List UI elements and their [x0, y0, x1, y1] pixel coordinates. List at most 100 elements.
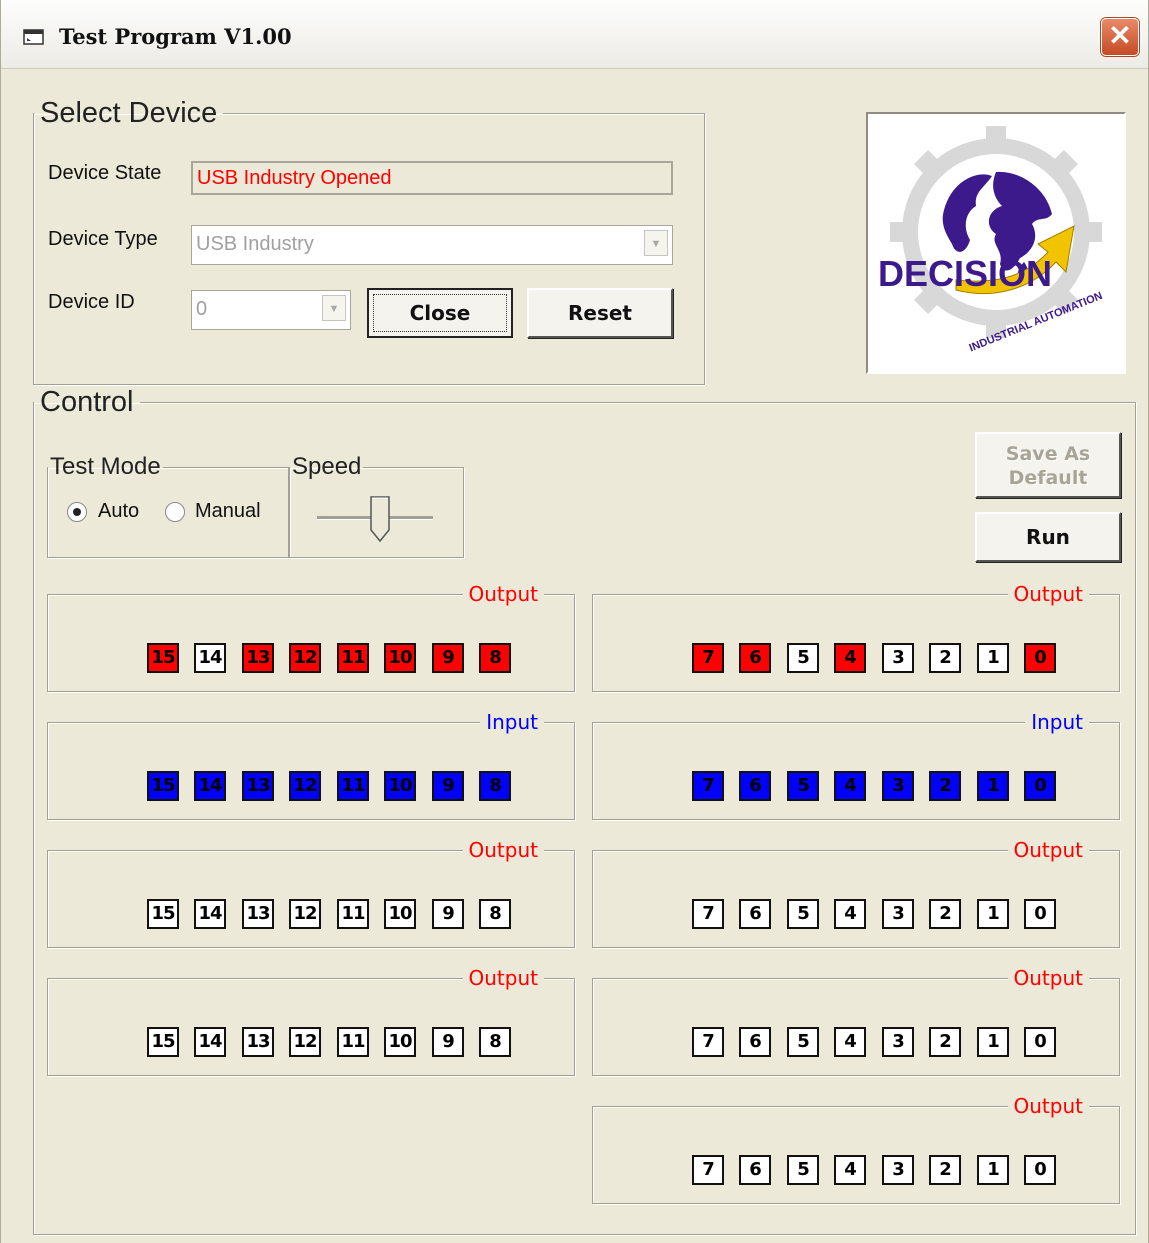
bit-2-indicator: 2: [929, 771, 961, 801]
auto-label[interactable]: Auto: [98, 500, 139, 523]
close-window-button[interactable]: ✕: [1101, 18, 1139, 56]
device-id-dropdown-icon[interactable]: ▼: [322, 295, 346, 321]
io-panel-title: Input: [480, 710, 544, 734]
bit-1-indicator[interactable]: 1: [977, 1155, 1009, 1185]
device-id-label: Device ID: [48, 291, 135, 313]
bit-15-indicator[interactable]: 15: [147, 899, 179, 929]
save-as-default-button[interactable]: Save As Default: [975, 432, 1121, 498]
bit-15-indicator[interactable]: 15: [147, 643, 179, 673]
bit-11-indicator[interactable]: 11: [337, 899, 369, 929]
io-panel-output: Output 7 6 5 4 3 2 1 0: [592, 966, 1120, 1076]
bit-9-indicator[interactable]: 9: [432, 899, 464, 929]
bit-1-indicator[interactable]: 1: [977, 643, 1009, 673]
bit-11-indicator[interactable]: 11: [337, 1027, 369, 1057]
bit-15-indicator: 15: [147, 771, 179, 801]
bit-0-indicator: 0: [1024, 771, 1056, 801]
focus-rect: [373, 294, 507, 332]
bit-6-indicator[interactable]: 6: [739, 899, 771, 929]
bit-14-indicator[interactable]: 14: [194, 899, 226, 929]
bit-14-indicator: 14: [194, 771, 226, 801]
auto-radio[interactable]: [67, 502, 87, 522]
bit-4-indicator[interactable]: 4: [834, 1155, 866, 1185]
manual-radio[interactable]: [165, 502, 185, 522]
bit-7-indicator[interactable]: 7: [692, 1155, 724, 1185]
bit-13-indicator[interactable]: 13: [242, 1027, 274, 1057]
device-type-select[interactable]: USB Industry ▼: [191, 225, 673, 265]
device-type-value: USB Industry: [196, 233, 314, 255]
reset-button[interactable]: Reset: [527, 288, 673, 338]
save-as-default-line1: Save As: [1005, 443, 1091, 465]
run-button[interactable]: Run: [975, 512, 1121, 562]
device-id-select[interactable]: 0 ▼: [191, 290, 351, 330]
bit-15-indicator[interactable]: 15: [147, 1027, 179, 1057]
bit-2-indicator[interactable]: 2: [929, 1155, 961, 1185]
io-panel-output: Output 7 6 5 4 3 2 1 0: [592, 582, 1120, 692]
speed-slider-thumb[interactable]: [370, 496, 390, 542]
title-bar[interactable]: Test Program V1.00 ✕: [1, 0, 1148, 69]
bit-0-indicator[interactable]: 0: [1024, 643, 1056, 673]
bit-1-indicator: 1: [977, 771, 1009, 801]
bit-7-indicator: 7: [692, 771, 724, 801]
bit-10-indicator[interactable]: 10: [384, 643, 416, 673]
io-panel-title: Output: [1007, 838, 1089, 862]
bit-6-indicator[interactable]: 6: [739, 643, 771, 673]
bit-0-indicator[interactable]: 0: [1024, 1027, 1056, 1057]
bit-12-indicator[interactable]: 12: [289, 643, 321, 673]
bit-4-indicator[interactable]: 4: [834, 899, 866, 929]
bit-8-indicator[interactable]: 8: [479, 899, 511, 929]
io-panel-title: Output: [1007, 966, 1089, 990]
io-panel-title: Output: [462, 966, 544, 990]
decision-logo: DECISION INDUSTRIAL AUTOMATION: [866, 112, 1126, 374]
bit-13-indicator[interactable]: 13: [242, 643, 274, 673]
close-device-button[interactable]: Close: [367, 288, 513, 338]
bit-5-indicator[interactable]: 5: [787, 643, 819, 673]
bit-12-indicator[interactable]: 12: [289, 1027, 321, 1057]
device-state-field: USB Industry Opened: [191, 161, 673, 195]
io-panel-title: Input: [1025, 710, 1089, 734]
bit-13-indicator: 13: [242, 771, 274, 801]
logo-graphic: DECISION INDUSTRIAL AUTOMATION: [878, 126, 1104, 354]
bit-5-indicator[interactable]: 5: [787, 1027, 819, 1057]
bit-1-indicator[interactable]: 1: [977, 899, 1009, 929]
bit-3-indicator[interactable]: 3: [882, 1027, 914, 1057]
bit-4-indicator[interactable]: 4: [834, 643, 866, 673]
bit-6-indicator[interactable]: 6: [739, 1155, 771, 1185]
bit-10-indicator[interactable]: 10: [384, 899, 416, 929]
bit-2-indicator[interactable]: 2: [929, 643, 961, 673]
bit-9-indicator[interactable]: 9: [432, 643, 464, 673]
bit-5-indicator[interactable]: 5: [787, 899, 819, 929]
window-title: Test Program V1.00: [59, 24, 292, 49]
test-mode-legend: Test Mode: [50, 453, 161, 480]
bit-7-indicator[interactable]: 7: [692, 899, 724, 929]
bit-10-indicator[interactable]: 10: [384, 1027, 416, 1057]
bit-9-indicator[interactable]: 9: [432, 1027, 464, 1057]
bit-0-indicator[interactable]: 0: [1024, 1155, 1056, 1185]
manual-label[interactable]: Manual: [195, 500, 261, 523]
bit-3-indicator[interactable]: 3: [882, 643, 914, 673]
bit-6-indicator[interactable]: 6: [739, 1027, 771, 1057]
bit-2-indicator[interactable]: 2: [929, 1027, 961, 1057]
bit-3-indicator[interactable]: 3: [882, 1155, 914, 1185]
bit-8-indicator[interactable]: 8: [479, 1027, 511, 1057]
bit-11-indicator[interactable]: 11: [337, 643, 369, 673]
device-type-label: Device Type: [48, 228, 158, 250]
bit-3-indicator[interactable]: 3: [882, 899, 914, 929]
bit-14-indicator[interactable]: 14: [194, 1027, 226, 1057]
bit-14-indicator[interactable]: 14: [194, 643, 226, 673]
bit-7-indicator[interactable]: 7: [692, 1027, 724, 1057]
bit-11-indicator: 11: [337, 771, 369, 801]
device-type-dropdown-icon[interactable]: ▼: [644, 230, 668, 256]
bit-13-indicator[interactable]: 13: [242, 899, 274, 929]
speed-slider[interactable]: [317, 496, 433, 542]
app-window-icon: [23, 29, 44, 45]
device-state-label: Device State: [48, 162, 162, 184]
bit-7-indicator[interactable]: 7: [692, 643, 724, 673]
bit-0-indicator[interactable]: 0: [1024, 899, 1056, 929]
bit-2-indicator[interactable]: 2: [929, 899, 961, 929]
bit-12-indicator[interactable]: 12: [289, 899, 321, 929]
bit-10-indicator: 10: [384, 771, 416, 801]
bit-8-indicator[interactable]: 8: [479, 643, 511, 673]
bit-5-indicator[interactable]: 5: [787, 1155, 819, 1185]
bit-4-indicator[interactable]: 4: [834, 1027, 866, 1057]
bit-1-indicator[interactable]: 1: [977, 1027, 1009, 1057]
